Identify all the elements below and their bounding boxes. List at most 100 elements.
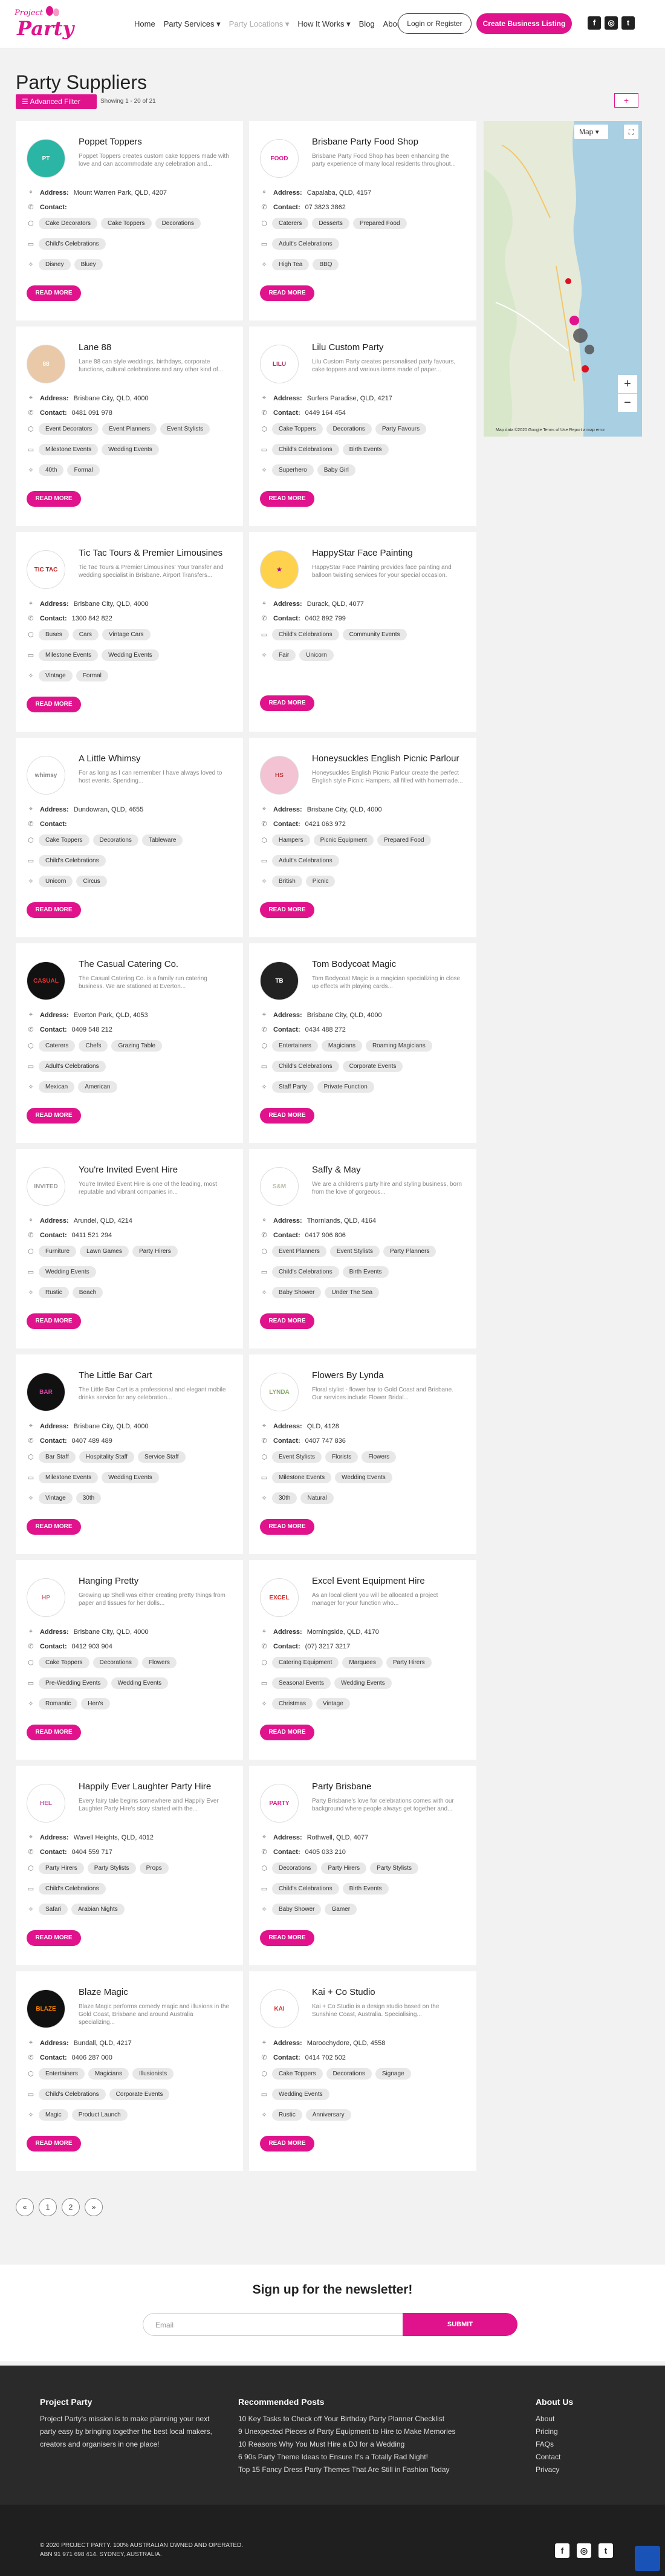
listing-tag[interactable]: Christmas bbox=[272, 1698, 313, 1709]
listing-card[interactable]: INVITED You're Invited Event Hire You're… bbox=[16, 1149, 243, 1348]
listing-tag[interactable]: Party Favours bbox=[375, 423, 427, 435]
read-more-button[interactable]: READ MORE bbox=[27, 285, 81, 301]
listing-logo[interactable]: TB bbox=[260, 961, 299, 1000]
listing-tag[interactable]: Child's Celebrations bbox=[272, 444, 339, 455]
listing-tag[interactable]: Bar Staff bbox=[39, 1451, 76, 1463]
listing-name[interactable]: You're Invited Event Hire bbox=[79, 1165, 178, 1175]
listing-tag[interactable]: Party Hirers bbox=[386, 1657, 432, 1668]
pagination-first[interactable]: « bbox=[16, 2198, 34, 2216]
footer-post-link[interactable]: 10 Reasons Why You Must Hire a DJ for a … bbox=[238, 2438, 456, 2451]
read-more-button[interactable]: READ MORE bbox=[260, 1313, 314, 1329]
listing-logo[interactable]: whimsy bbox=[27, 756, 65, 795]
listing-tag[interactable]: Adult's Celebrations bbox=[272, 855, 339, 867]
read-more-button[interactable]: READ MORE bbox=[260, 1519, 314, 1535]
facebook-icon[interactable]: f bbox=[588, 16, 601, 30]
listing-name[interactable]: Lilu Custom Party bbox=[312, 342, 383, 353]
listing-tag[interactable]: Community Events bbox=[342, 629, 407, 640]
listing-tag[interactable]: Cake Toppers bbox=[101, 218, 152, 229]
listing-logo[interactable]: HP bbox=[27, 1578, 65, 1617]
listing-tag[interactable]: Flowers bbox=[362, 1451, 397, 1463]
listing-logo[interactable]: BLAZE bbox=[27, 1989, 65, 2028]
listing-tag[interactable]: Child's Celebrations bbox=[39, 238, 106, 250]
instagram-icon[interactable]: ◎ bbox=[605, 16, 618, 30]
footer-post-link[interactable]: 10 Key Tasks to Check off Your Birthday … bbox=[238, 2413, 456, 2425]
listing-tag[interactable]: Disney bbox=[39, 259, 71, 270]
listing-tag[interactable]: Cake Decorators bbox=[39, 218, 98, 229]
listing-tag[interactable]: Seasonal Events bbox=[272, 1677, 331, 1689]
nav-how-it-works[interactable]: How It Works ▾ bbox=[297, 19, 350, 29]
listing-tag[interactable]: Party Hirers bbox=[39, 1862, 84, 1874]
listing-tag[interactable]: Picnic bbox=[305, 876, 336, 887]
listing-card[interactable]: 88 Lane 88 Lane 88 can style weddings, b… bbox=[16, 327, 243, 526]
listing-name[interactable]: Poppet Toppers bbox=[79, 137, 142, 147]
listing-tag[interactable]: Catering Equipment bbox=[272, 1657, 339, 1668]
listing-tag[interactable]: Decorations bbox=[326, 2068, 372, 2080]
listing-name[interactable]: Tom Bodycoat Magic bbox=[312, 959, 396, 969]
listing-tag[interactable]: Vintage bbox=[39, 1492, 73, 1504]
listing-tag[interactable]: Decorations bbox=[92, 1657, 138, 1668]
read-more-button[interactable]: READ MORE bbox=[260, 491, 314, 507]
read-more-button[interactable]: READ MORE bbox=[27, 2136, 81, 2152]
listing-card[interactable]: TIC TAC Tic Tac Tours & Premier Limousin… bbox=[16, 532, 243, 732]
listing-tag[interactable]: Rustic bbox=[39, 1287, 69, 1298]
read-more-button[interactable]: READ MORE bbox=[27, 902, 81, 918]
read-more-button[interactable]: READ MORE bbox=[27, 1108, 81, 1124]
listing-tag[interactable]: Magicians bbox=[321, 1040, 362, 1052]
listing-name[interactable]: Party Brisbane bbox=[312, 1781, 371, 1792]
listing-name[interactable]: Blaze Magic bbox=[79, 1987, 128, 1997]
listing-logo[interactable]: FOOD bbox=[260, 139, 299, 178]
listing-tag[interactable]: Safari bbox=[39, 1904, 68, 1915]
listing-tag[interactable]: Birth Events bbox=[342, 1883, 389, 1895]
listing-logo[interactable]: TIC TAC bbox=[27, 550, 65, 589]
site-logo[interactable]: Project Party bbox=[8, 6, 74, 41]
footer-post-link[interactable]: 9 Unexpected Pieces of Party Equipment t… bbox=[238, 2425, 456, 2438]
listing-card[interactable]: S&M Saffy & May We are a children's part… bbox=[249, 1149, 476, 1348]
listing-card[interactable]: PT Poppet Toppers Poppet Toppers creates… bbox=[16, 121, 243, 320]
listing-tag[interactable]: Child's Celebrations bbox=[39, 2089, 106, 2100]
listing-tag[interactable]: 30th bbox=[272, 1492, 297, 1504]
listing-tag[interactable]: Birth Events bbox=[342, 444, 389, 455]
listing-tag[interactable]: Prepared Food bbox=[352, 218, 407, 229]
listing-card[interactable]: BAR The Little Bar Cart The Little Bar C… bbox=[16, 1355, 243, 1554]
footer-link-pricing[interactable]: Pricing bbox=[536, 2425, 560, 2438]
listing-tag[interactable]: Chefs bbox=[79, 1040, 108, 1052]
listing-logo[interactable]: LILU bbox=[260, 345, 299, 383]
listing-card[interactable]: LYNDA Flowers By Lynda Floral stylist - … bbox=[249, 1355, 476, 1554]
listing-tag[interactable]: Magicians bbox=[88, 2068, 129, 2080]
listing-tag[interactable]: Child's Celebrations bbox=[39, 1883, 106, 1895]
read-more-button[interactable]: READ MORE bbox=[27, 697, 81, 712]
listing-logo[interactable]: EXCEL bbox=[260, 1578, 299, 1617]
listing-logo[interactable]: CASUAL bbox=[27, 961, 65, 1000]
listing-tag[interactable]: Adult's Celebrations bbox=[272, 238, 339, 250]
listing-tag[interactable]: Flowers bbox=[141, 1657, 177, 1668]
listing-card[interactable]: CASUAL The Casual Catering Co. The Casua… bbox=[16, 943, 243, 1143]
listing-tag[interactable]: Event Planners bbox=[272, 1246, 326, 1257]
read-more-button[interactable]: READ MORE bbox=[260, 902, 314, 918]
listing-tag[interactable]: Roaming Magicians bbox=[365, 1040, 432, 1052]
footer-link-contact[interactable]: Contact bbox=[536, 2451, 560, 2464]
listing-tag[interactable]: Wedding Events bbox=[335, 1472, 392, 1483]
nav-home[interactable]: Home bbox=[134, 19, 155, 29]
listing-tag[interactable]: Party Hirers bbox=[132, 1246, 178, 1257]
listing-card[interactable]: EXCEL Excel Event Equipment Hire As an l… bbox=[249, 1560, 476, 1760]
listing-logo[interactable]: KAI bbox=[260, 1989, 299, 2028]
listing-tag[interactable]: Grazing Table bbox=[111, 1040, 163, 1052]
listing-name[interactable]: Saffy & May bbox=[312, 1165, 361, 1175]
listing-tag[interactable]: Party Planners bbox=[383, 1246, 436, 1257]
listing-name[interactable]: A Little Whimsy bbox=[79, 753, 141, 764]
listing-tag[interactable]: Marquees bbox=[342, 1657, 383, 1668]
fullscreen-button[interactable]: ⛶ bbox=[624, 125, 638, 139]
listing-tag[interactable]: Buses bbox=[39, 629, 69, 640]
listing-tag[interactable]: Wedding Events bbox=[111, 1677, 169, 1689]
listing-card[interactable]: ★ HappyStar Face Painting HappyStar Face… bbox=[249, 532, 476, 732]
listing-logo[interactable]: PARTY bbox=[260, 1784, 299, 1823]
listing-tag[interactable]: Child's Celebrations bbox=[272, 1061, 339, 1072]
pagination-page-2[interactable]: 2 bbox=[62, 2198, 80, 2216]
listing-tag[interactable]: Under The Sea bbox=[325, 1287, 380, 1298]
listing-tag[interactable]: Hospitality Staff bbox=[79, 1451, 135, 1463]
listing-name[interactable]: Hanging Pretty bbox=[79, 1576, 138, 1586]
listing-tag[interactable]: Picnic Equipment bbox=[313, 834, 374, 846]
nav-blog[interactable]: Blog bbox=[359, 19, 375, 29]
listing-tag[interactable]: Vintage bbox=[316, 1698, 350, 1709]
listing-tag[interactable]: Event Decorators bbox=[39, 423, 99, 435]
